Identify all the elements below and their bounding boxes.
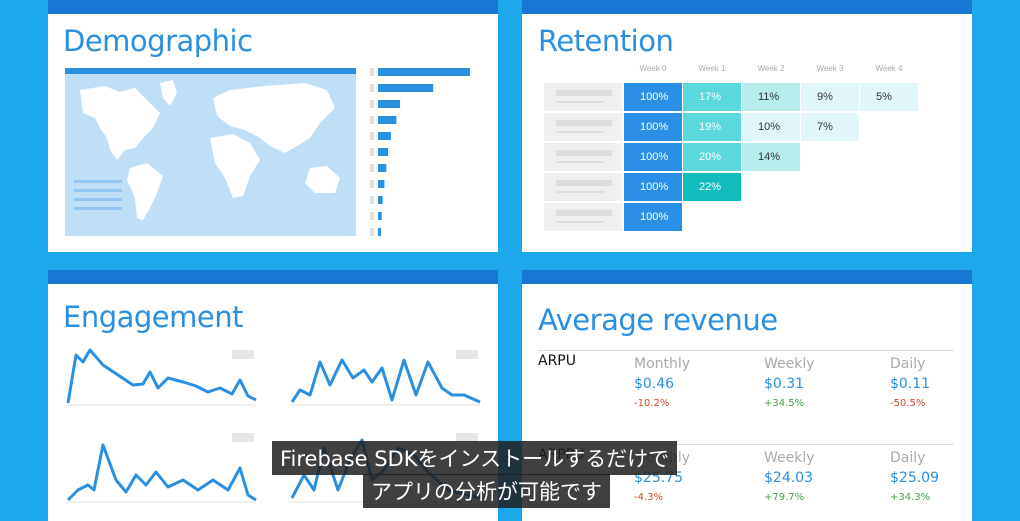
sparkline [66,348,257,404]
cohort-label-placeholder [544,173,622,201]
retention-cell: 9% [801,83,859,111]
retention-cell: 100% [624,203,682,231]
week-header: Week 1 [698,64,726,73]
demographic-bar [378,132,391,140]
retention-title: Retention [538,24,674,58]
bar-label-placeholder [370,68,374,76]
retention-cell: 19% [683,113,741,141]
demographic-bar [378,116,397,124]
bar-label-placeholder [370,132,374,140]
sparkline [290,358,481,404]
demographic-bar [378,148,389,156]
retention-cell: 7% [801,113,859,141]
week-header: Week 3 [816,64,844,73]
subtitle-line-1: Firebase SDKをインストールするだけで [272,441,678,475]
retention-cell: 100% [624,113,682,141]
retention-cell: 100% [624,143,682,171]
card-header-bar [522,270,972,284]
demographic-bar [378,180,385,188]
period-label: Daily [890,450,926,466]
cohort-label-placeholder [544,143,622,171]
period-label: Daily [890,356,926,372]
sparkline [66,443,257,502]
change-value: +79.7% [764,492,805,503]
week-header: Week 0 [639,64,667,73]
legend-placeholder [232,350,254,359]
legend-placeholder [232,433,254,442]
bar-label-placeholder [370,180,374,188]
card-header-bar [48,270,498,284]
demographic-bar [378,212,382,220]
demographic-bar-chart [370,68,470,236]
world-map [65,68,356,236]
period-label: Weekly [764,356,815,372]
bar-label-placeholder [370,84,374,92]
bar-label-placeholder [370,100,374,108]
change-value: +34.3% [890,492,931,503]
bar-label-placeholder [370,212,374,220]
retention-cell: 14% [742,143,800,171]
metric-label: ARPU [538,353,576,369]
bar-label-placeholder [370,228,374,236]
change-value: -10.2% [634,398,670,409]
demographic-card: Demographic [48,0,498,252]
period-label: Weekly [764,450,815,466]
engagement-title: Engagement [63,300,243,334]
period-label: Monthly [634,356,691,372]
retention-cell: 22% [683,173,741,201]
week-header: Week 2 [757,64,785,73]
demographic-bar [378,100,401,108]
row-divider [538,350,954,351]
metric-value: $24.03 [764,470,813,486]
week-header: Week 4 [875,64,903,73]
change-value: -50.5% [890,398,926,409]
retention-cell: 100% [624,173,682,201]
revenue-title: Average revenue [538,303,778,337]
retention-cell: 17% [683,83,741,111]
retention-cell: 10% [742,113,800,141]
subtitle-line-2: アプリの分析が可能です [363,474,610,508]
demographic-bar [378,164,387,172]
cohort-label-placeholder [544,83,622,111]
bar-label-placeholder [370,164,374,172]
bar-label-placeholder [370,196,374,204]
demographic-bar [378,68,470,76]
demographic-bar [378,228,381,236]
cohort-label-placeholder [544,203,622,231]
metric-value: $0.31 [764,376,805,392]
retention-cell: 100% [624,83,682,111]
retention-cell: 20% [683,143,741,171]
bar-label-placeholder [370,148,374,156]
card-header-bar [48,0,498,14]
change-value: -4.3% [634,492,664,503]
metric-value: $25.09 [890,470,939,486]
retention-cell: 5% [860,83,918,111]
cohort-label-placeholder [544,113,622,141]
metric-value: $0.46 [634,376,675,392]
demographic-title: Demographic [63,24,253,58]
card-header-bar [522,0,972,14]
change-value: +34.5% [764,398,805,409]
demographic-bar [378,84,434,92]
bar-label-placeholder [370,116,374,124]
retention-cell: 11% [742,83,800,111]
legend-placeholder [456,350,478,359]
metric-value: $0.11 [890,376,931,392]
demographic-bar [378,196,383,204]
retention-card: Retention Week 0 Week 1 Week 2 Week 3 Week 4… [522,0,972,252]
